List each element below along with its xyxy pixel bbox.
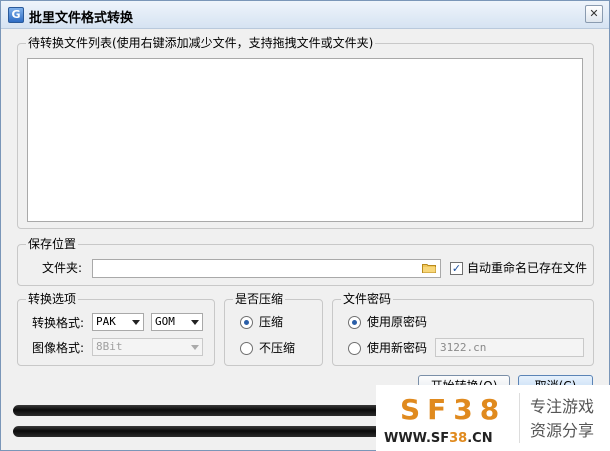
password-legend: 文件密码 — [341, 291, 394, 307]
format-label: 转换格式: — [32, 316, 85, 330]
format-to-value: GOM — [155, 315, 175, 328]
auto-rename-checkbox[interactable]: ✓ — [450, 262, 463, 275]
title-bar: G 批里文件格式转换 ✕ — [1, 1, 609, 29]
convert-options-legend: 转换选项 — [26, 291, 79, 307]
compress-yes-label: 压缩 — [259, 315, 284, 329]
file-list-legend: 待转换文件列表(使用右键添加减少文件，支持拖拽文件或文件夹) — [26, 35, 376, 51]
app-icon: G — [8, 7, 24, 23]
compress-no-radio[interactable] — [240, 342, 253, 355]
format-from-value: PAK — [96, 315, 116, 328]
compress-yes-radio[interactable] — [240, 316, 253, 329]
image-format-select[interactable]: 8Bit — [92, 338, 203, 356]
watermark-logo: SF38 — [400, 393, 507, 426]
watermark-url-suffix: .CN — [467, 431, 493, 446]
format-from-select[interactable]: PAK — [92, 313, 144, 331]
chevron-down-icon — [191, 320, 199, 325]
watermark-url-prefix: WWW.SF — [384, 431, 450, 446]
save-location-legend: 保存位置 — [26, 236, 79, 252]
watermark-tag-1: 专注游戏 — [530, 397, 595, 416]
watermark-url-highlight: 38 — [449, 431, 468, 446]
new-password-radio[interactable] — [348, 342, 361, 355]
image-format-value: 8Bit — [96, 340, 123, 353]
folder-icon[interactable] — [422, 263, 436, 273]
original-password-label: 使用原密码 — [367, 315, 428, 329]
close-icon: ✕ — [589, 7, 599, 20]
compress-legend: 是否压缩 — [233, 291, 286, 307]
file-list-group: 待转换文件列表(使用右键添加减少文件，支持拖拽文件或文件夹) — [17, 35, 594, 229]
new-password-value: 3122.cn — [440, 341, 487, 354]
watermark-url: WWW.SF38.CN — [384, 431, 493, 447]
watermark-tag-2: 资源分享 — [530, 421, 595, 440]
auto-rename-label: 自动重命名已存在文件 — [467, 261, 588, 275]
format-to-select[interactable]: GOM — [151, 313, 203, 331]
window-title: 批里文件格式转换 — [29, 11, 134, 26]
watermark: SF38 WWW.SF38.CN 专注游戏 资源分享 — [376, 385, 610, 451]
image-format-label: 图像格式: — [32, 341, 85, 355]
new-password-label: 使用新密码 — [367, 341, 428, 355]
compress-no-label: 不压缩 — [259, 341, 296, 355]
folder-label: 文件夹: — [42, 261, 83, 275]
watermark-divider — [519, 393, 520, 443]
dialog-window: G 批里文件格式转换 ✕ 待转换文件列表(使用右键添加减少文件，支持拖拽文件或文… — [0, 0, 610, 451]
file-list-box[interactable] — [27, 58, 583, 222]
chevron-down-icon — [191, 345, 199, 350]
original-password-radio[interactable] — [348, 316, 361, 329]
folder-path-input[interactable] — [92, 259, 441, 278]
close-button[interactable]: ✕ — [585, 5, 603, 23]
chevron-down-icon — [132, 320, 140, 325]
new-password-input[interactable]: 3122.cn — [435, 338, 584, 357]
